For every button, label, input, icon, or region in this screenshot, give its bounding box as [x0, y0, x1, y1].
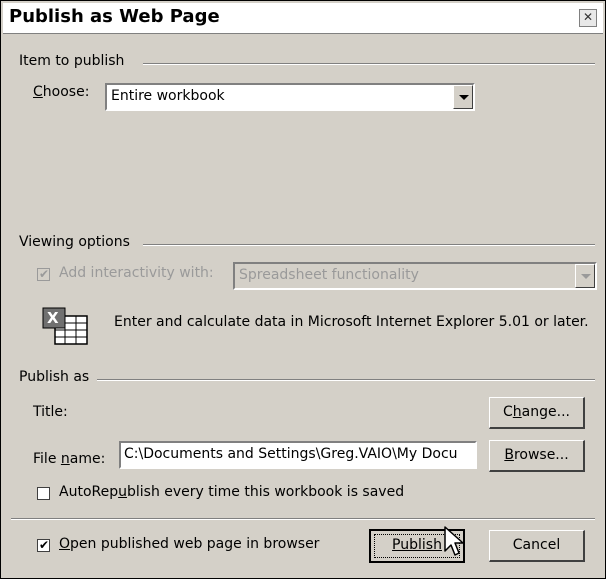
open-in-browser-label: Open published web page in browser: [59, 536, 320, 552]
footer-divider: [11, 518, 595, 520]
add-interactivity-label: Add interactivity with:: [59, 265, 214, 281]
open-in-browser-checkbox[interactable]: ✔: [37, 538, 50, 552]
interactivity-select-value: Spreadsheet functionality: [239, 267, 419, 283]
choose-label: Choose:: [33, 84, 90, 100]
cancel-button[interactable]: Cancel: [489, 530, 585, 562]
chevron-down-icon: [575, 264, 595, 288]
chevron-down-icon[interactable]: [453, 85, 473, 109]
title-label: Title:: [33, 404, 68, 420]
change-button[interactable]: Change...: [489, 397, 585, 429]
section-divider: [143, 244, 595, 246]
add-interactivity-checkbox[interactable]: ✔: [37, 267, 50, 281]
file-name-label: File name:: [33, 451, 106, 467]
excel-spreadsheet-icon: X: [42, 307, 88, 345]
autorepublish-label: AutoRepublish every time this workbook i…: [59, 484, 405, 500]
section-divider: [143, 63, 595, 65]
section-divider: [97, 379, 595, 381]
item-to-publish-heading: Item to publish: [19, 53, 125, 69]
choose-select-value: Entire workbook: [111, 88, 225, 104]
mouse-pointer-icon: [444, 526, 464, 556]
browse-button[interactable]: Browse...: [489, 440, 585, 472]
choose-select[interactable]: Entire workbook: [105, 83, 475, 111]
publish-dialog: Publish as Web Page ✕ Item to publish Ch…: [0, 0, 606, 579]
close-icon[interactable]: ✕: [579, 9, 597, 27]
file-name-input[interactable]: C:\Documents and Settings\Greg.VAIO\My D…: [119, 441, 477, 469]
interactivity-description: Enter and calculate data in Microsoft In…: [114, 314, 589, 330]
viewing-options-heading: Viewing options: [19, 234, 130, 250]
interactivity-select[interactable]: Spreadsheet functionality: [233, 262, 597, 290]
title-bar[interactable]: Publish as Web Page ✕: [3, 3, 603, 34]
autorepublish-checkbox[interactable]: [37, 487, 50, 500]
svg-text:X: X: [47, 309, 59, 327]
publish-as-heading: Publish as: [19, 369, 90, 385]
dialog-title: Publish as Web Page: [9, 6, 220, 27]
file-name-value: C:\Documents and Settings\Greg.VAIO\My D…: [124, 446, 458, 462]
